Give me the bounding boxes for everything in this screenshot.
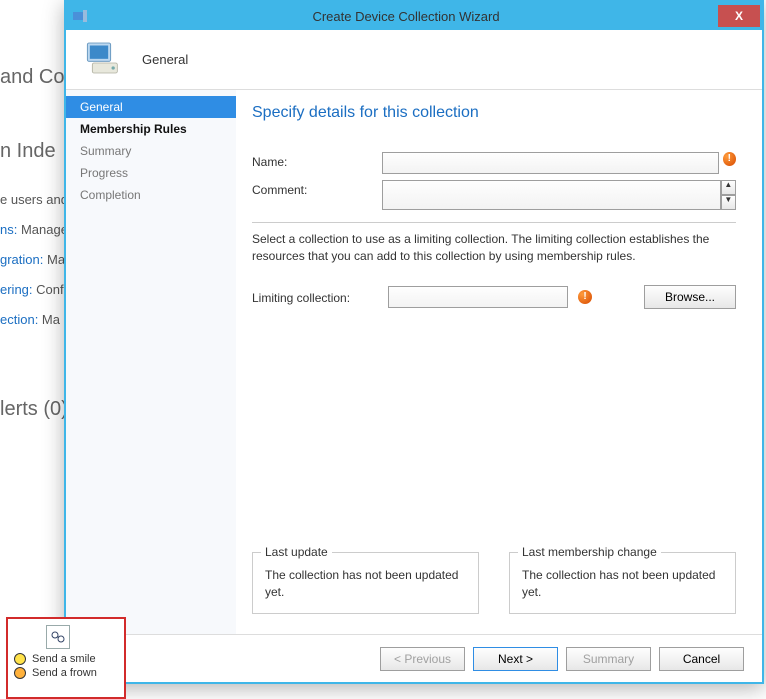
comment-input[interactable] [382, 180, 721, 210]
groupbox-last-update: Last update The collection has not been … [252, 552, 479, 614]
summary-button[interactable]: Summary [566, 647, 651, 671]
feedback-toolbar-icon[interactable] [46, 625, 70, 649]
sidebar-item-general[interactable]: General [66, 96, 236, 118]
bg-heading-3: lerts (0) [0, 398, 68, 421]
sidebar-item-completion[interactable]: Completion [66, 184, 236, 206]
bg-line-1: e users and [0, 192, 68, 207]
last-update-legend: Last update [261, 545, 332, 559]
bg-heading-1: and Co [0, 66, 65, 89]
titlebar[interactable]: Create Device Collection Wizard X [66, 2, 762, 30]
bg-line-2: ns: Manage [0, 222, 68, 237]
limiting-row: Limiting collection: ! Browse... [252, 285, 736, 309]
bg-line-5: ection: Ma [0, 312, 60, 327]
send-smile[interactable]: Send a smile [14, 653, 118, 665]
bg-heading-2: n Inde [0, 140, 56, 163]
name-row: Name: ! [252, 152, 736, 174]
send-frown[interactable]: Send a frown [14, 667, 118, 679]
last-update-text: The collection has not been updated yet. [265, 567, 466, 601]
header-panel: General [66, 30, 762, 90]
divider [252, 222, 736, 223]
wizard-icon [72, 8, 88, 24]
bg-line-4: ering: Confi [0, 282, 67, 297]
error-icon: ! [578, 290, 592, 304]
limiting-input[interactable] [388, 286, 568, 308]
content-panel: Specify details for this collection Name… [236, 90, 762, 634]
wizard-window: Create Device Collection Wizard X Genera… [64, 0, 764, 684]
feedback-popup: Send a smile Send a frown [6, 617, 126, 699]
sidebar-item-progress[interactable]: Progress [66, 162, 236, 184]
comment-row: Comment: ▲ ▼ [252, 180, 736, 210]
send-frown-label: Send a frown [32, 667, 97, 679]
name-label: Name: [252, 152, 382, 169]
comment-label: Comment: [252, 180, 382, 197]
window-title: Create Device Collection Wizard [94, 9, 718, 24]
bg-line-3: gration: Ma [0, 252, 65, 267]
computer-icon [84, 38, 124, 81]
name-input[interactable] [382, 152, 719, 174]
help-text: Select a collection to use as a limiting… [252, 231, 736, 265]
frown-icon [14, 667, 26, 679]
wizard-body: General Membership Rules Summary Progres… [66, 90, 762, 634]
header-title: General [142, 52, 188, 67]
cancel-button[interactable]: Cancel [659, 647, 744, 671]
limiting-label: Limiting collection: [252, 288, 382, 305]
wizard-footer: < Previous Next > Summary Cancel [66, 634, 762, 682]
last-membership-text: The collection has not been updated yet. [522, 567, 723, 601]
error-icon: ! [723, 152, 736, 166]
browse-button[interactable]: Browse... [644, 285, 736, 309]
close-button[interactable]: X [718, 5, 760, 27]
page-heading: Specify details for this collection [252, 104, 736, 122]
sidebar-item-membership-rules[interactable]: Membership Rules [66, 118, 236, 140]
comment-spin-up[interactable]: ▲ [721, 180, 736, 195]
next-button[interactable]: Next > [473, 647, 558, 671]
smile-icon [14, 653, 26, 665]
comment-spin-down[interactable]: ▼ [721, 195, 736, 210]
previous-button[interactable]: < Previous [380, 647, 465, 671]
sidebar-item-summary[interactable]: Summary [66, 140, 236, 162]
send-smile-label: Send a smile [32, 653, 96, 665]
sidebar: General Membership Rules Summary Progres… [66, 90, 236, 634]
groupbox-last-membership: Last membership change The collection ha… [509, 552, 736, 614]
last-membership-legend: Last membership change [518, 545, 661, 559]
groupboxes: Last update The collection has not been … [252, 552, 736, 614]
